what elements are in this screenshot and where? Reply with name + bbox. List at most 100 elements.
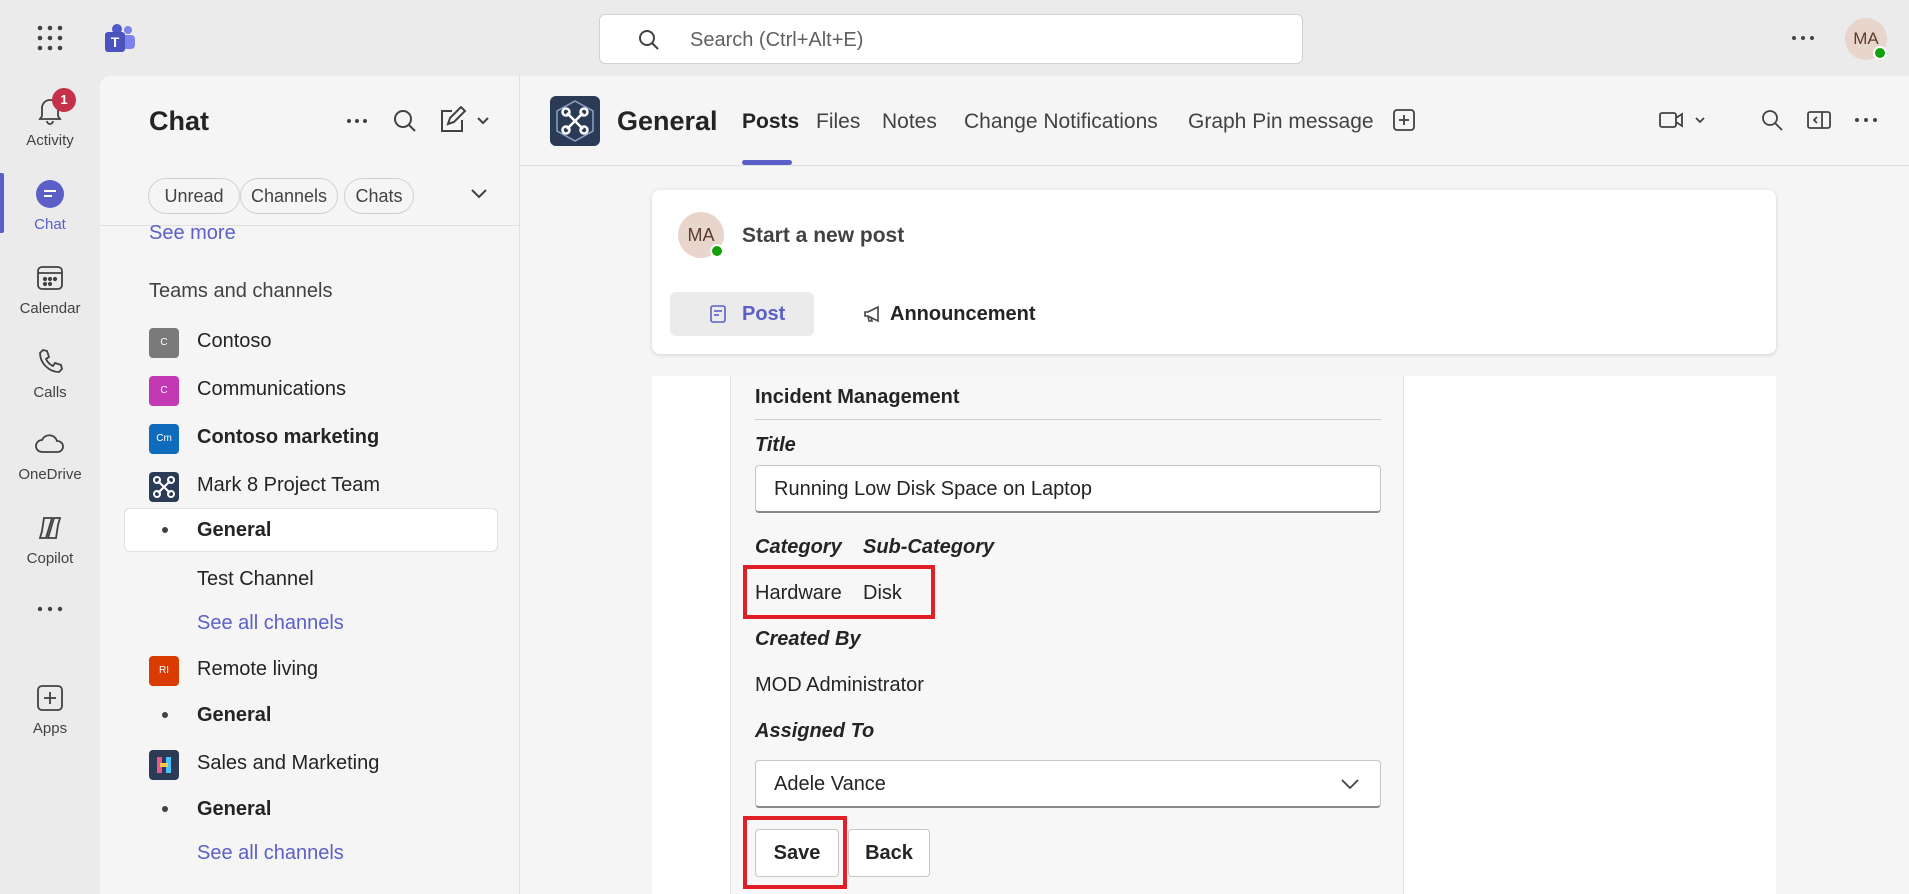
rail-label: Calls: [33, 384, 67, 401]
tab-posts[interactable]: Posts: [742, 110, 799, 134]
team-name: Mark 8 Project Team: [197, 474, 381, 496]
activity-badge: 1: [52, 88, 76, 112]
team-avatar: C: [149, 328, 179, 358]
profile-initials: MA: [1853, 29, 1879, 48]
channel-name: Test Channel: [197, 568, 314, 590]
post-button[interactable]: Post: [670, 292, 814, 336]
highlight-box-category: [743, 565, 935, 619]
rail-item-copilot[interactable]: Copilot: [0, 500, 100, 576]
team-row-sales-marketing[interactable]: Sales and Marketing: [100, 742, 519, 786]
app-launcher-icon[interactable]: [36, 24, 64, 52]
megaphone-icon: [862, 304, 884, 324]
back-button[interactable]: Back: [848, 829, 930, 877]
channel-team-logo: [550, 96, 600, 146]
created-by-value: MOD Administrator: [755, 674, 924, 696]
post-icon: [708, 304, 728, 324]
channel-main: General Posts Files Notes Change Notific…: [520, 76, 1909, 894]
tab-change-notifications[interactable]: Change Notifications: [964, 110, 1158, 134]
team-avatar: C: [149, 376, 179, 406]
tab-files[interactable]: Files: [816, 110, 860, 134]
card-divider: [755, 419, 1381, 420]
section-teams-and-channels[interactable]: Teams and channels: [149, 280, 332, 303]
rail-item-onedrive[interactable]: OneDrive: [0, 416, 100, 492]
rail-item-calendar[interactable]: Calendar: [0, 250, 100, 326]
message-card-area: Incident Management Title Running Low Di…: [652, 376, 1776, 894]
search-placeholder: Search (Ctrl+Alt+E): [690, 29, 864, 51]
new-post-compose: MA Start a new post Post Announcement: [652, 190, 1776, 354]
pane-title: Chat: [149, 106, 209, 136]
phone-icon: [34, 346, 66, 378]
start-new-post[interactable]: Start a new post: [742, 224, 904, 248]
filter-unread[interactable]: Unread: [148, 178, 240, 214]
search-box[interactable]: Search (Ctrl+Alt+E): [599, 14, 1303, 64]
channel-name: General: [197, 798, 272, 820]
rail-label: Chat: [34, 216, 66, 233]
svg-text:T: T: [111, 34, 120, 50]
filter-chats[interactable]: Chats: [344, 178, 414, 214]
team-row-contoso[interactable]: C Contoso: [100, 320, 519, 364]
rail-item-activity[interactable]: 1 Activity: [0, 82, 100, 158]
channel-row-sales-general[interactable]: General: [100, 788, 519, 832]
more-options-icon[interactable]: [1854, 108, 1878, 132]
chevron-down-icon[interactable]: [470, 188, 488, 200]
channel-name: General: [197, 519, 272, 541]
add-tab-icon[interactable]: [1392, 108, 1416, 132]
meet-video-icon[interactable]: [1658, 108, 1712, 132]
see-more-link[interactable]: See more: [100, 212, 519, 256]
team-name: Communications: [197, 378, 346, 400]
title-label: Title: [755, 434, 796, 456]
rail-more-apps[interactable]: [0, 594, 100, 634]
presence-available-icon: [1873, 46, 1887, 60]
tab-notes[interactable]: Notes: [882, 110, 937, 134]
channel-row-general-selected[interactable]: General: [124, 508, 498, 552]
drone-team-icon: [149, 472, 179, 502]
settings-more-icon[interactable]: [1790, 28, 1816, 48]
card-title: Incident Management: [755, 386, 960, 408]
assigned-to-dropdown[interactable]: Adele Vance: [755, 760, 1381, 808]
team-name: Contoso marketing: [197, 426, 380, 448]
chevron-down-icon: [1340, 778, 1360, 790]
see-all-channels-link[interactable]: See all channels: [100, 602, 519, 646]
see-all-channels-link-2[interactable]: See all channels: [100, 832, 519, 876]
active-tab-indicator: [742, 160, 792, 165]
filter-channels[interactable]: Channels: [240, 178, 338, 214]
new-chat-button[interactable]: [436, 106, 492, 136]
rail-label: Calendar: [19, 300, 81, 317]
profile-avatar[interactable]: MA: [1845, 18, 1887, 60]
team-row-mark8[interactable]: Mark 8 Project Team: [100, 464, 519, 508]
channel-row-remote-general[interactable]: General: [100, 694, 519, 738]
rail-item-apps[interactable]: Apps: [0, 670, 100, 746]
top-bar: T Search (Ctrl+Alt+E) MA: [0, 0, 1909, 76]
category-label: Category: [755, 536, 842, 558]
team-name: Remote living: [197, 658, 319, 680]
post-label: Post: [742, 303, 786, 325]
rail-item-chat[interactable]: Chat: [0, 166, 100, 242]
tab-graph-pin-message[interactable]: Graph Pin message: [1188, 110, 1374, 134]
team-name: Contoso: [197, 330, 272, 352]
calendar-icon: [34, 262, 66, 294]
search-icon[interactable]: [1760, 108, 1784, 132]
more-options-icon[interactable]: [342, 106, 372, 136]
incident-card: Incident Management Title Running Low Di…: [730, 376, 1404, 894]
chat-list-pane: Chat Unread Channels Chats See more Team…: [100, 76, 520, 894]
avatar-initials: MA: [687, 225, 715, 245]
presence-available-icon: [710, 244, 724, 258]
bullet-icon: [162, 806, 168, 812]
open-side-panel-icon[interactable]: [1806, 108, 1832, 132]
bullet-icon: [162, 712, 168, 718]
team-row-contoso-marketing[interactable]: Cm Contoso marketing: [100, 416, 519, 460]
highlight-box-save: [743, 816, 847, 889]
rail-item-calls[interactable]: Calls: [0, 334, 100, 410]
add-app-icon: [34, 682, 66, 714]
announcement-label: Announcement: [890, 303, 1036, 325]
app-rail: 1 Activity Chat Calendar Calls OneDrive …: [0, 76, 100, 894]
cloud-icon: [34, 428, 66, 460]
rail-label: Activity: [26, 132, 74, 149]
filter-search-icon[interactable]: [390, 106, 420, 136]
team-row-remote-living[interactable]: RI Remote living: [100, 648, 519, 692]
channel-row-test[interactable]: Test Channel: [100, 558, 519, 602]
title-input[interactable]: Running Low Disk Space on Laptop: [755, 465, 1381, 513]
compose-avatar: MA: [678, 212, 724, 258]
channel-title: General: [617, 106, 718, 136]
team-row-communications[interactable]: C Communications: [100, 368, 519, 412]
